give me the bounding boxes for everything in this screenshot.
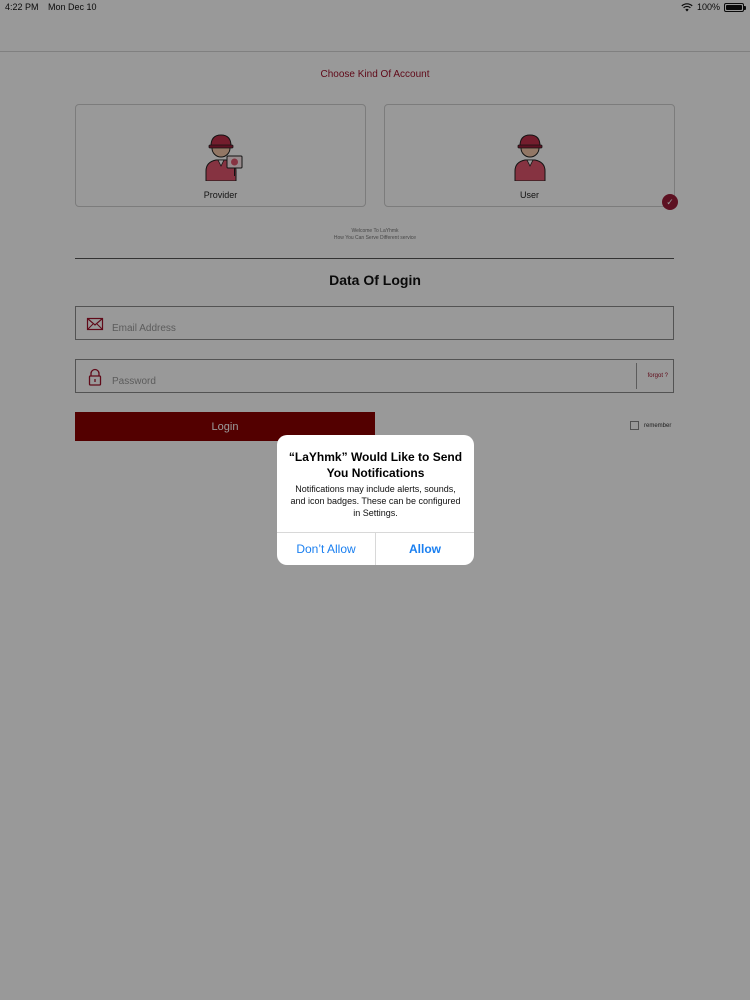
alert-message: Notifications may include alerts, sounds… xyxy=(290,484,461,518)
allow-button[interactable]: Allow xyxy=(376,533,474,565)
dont-allow-button[interactable]: Don’t Allow xyxy=(277,533,375,565)
notification-permission-alert: “LaYhmk” Would Like to Send You Notifica… xyxy=(277,435,474,565)
alert-title: “LaYhmk” Would Like to Send You Notifica… xyxy=(288,450,463,480)
